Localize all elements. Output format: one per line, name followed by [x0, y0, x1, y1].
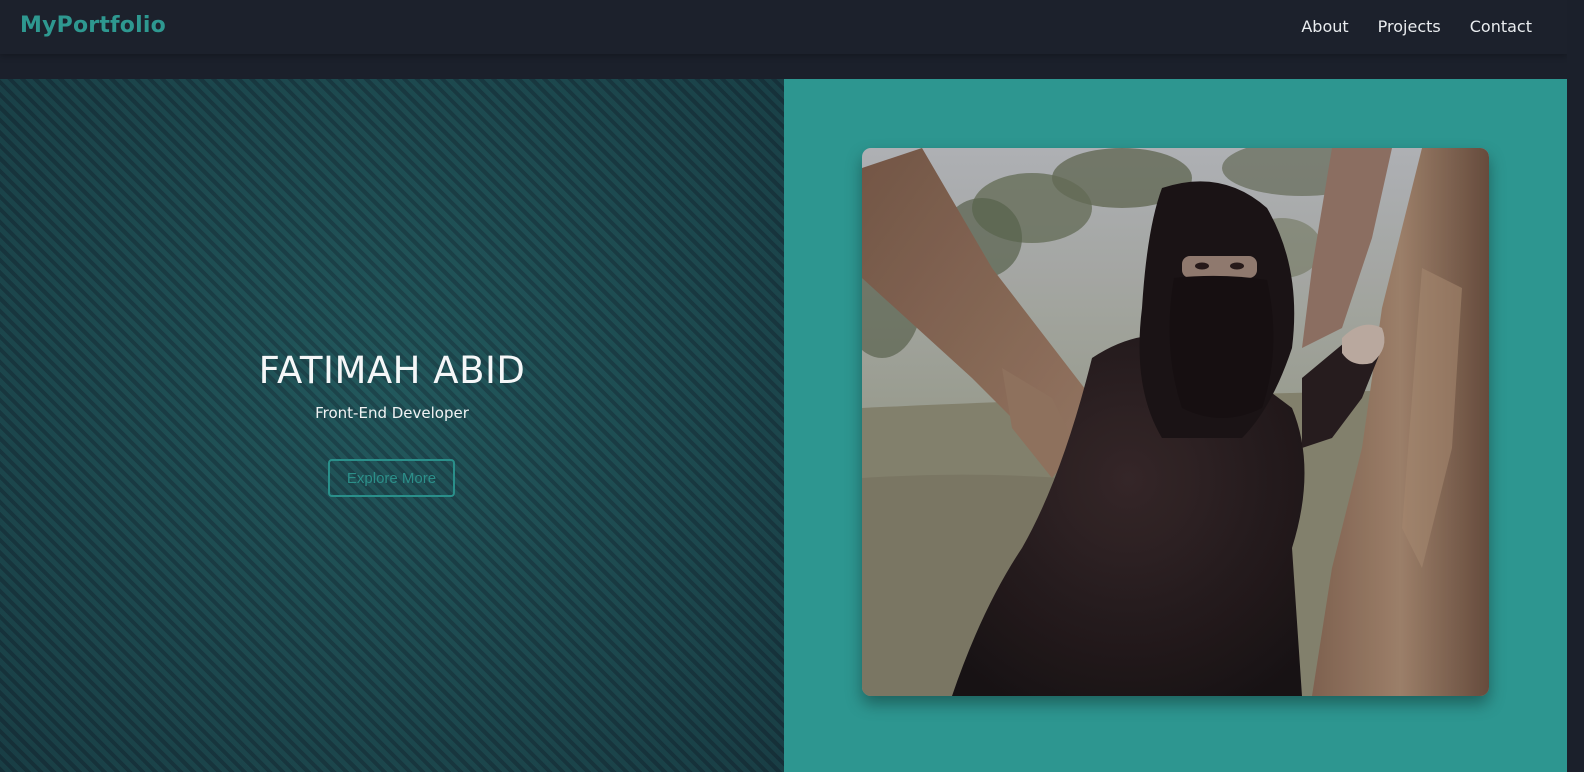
- hero-text-block: FATIMAH ABID Front-End Developer Explore…: [0, 79, 784, 772]
- profile-photo: [862, 148, 1489, 696]
- nav-link-projects[interactable]: Projects: [1378, 17, 1441, 36]
- nav-link-about[interactable]: About: [1301, 17, 1348, 36]
- hero-section: FATIMAH ABID Front-End Developer Explore…: [0, 79, 1567, 772]
- navbar-bar: MyPortfolio About Projects Contact: [0, 0, 1567, 54]
- hero-intro-panel: FATIMAH ABID Front-End Developer Explore…: [0, 79, 784, 772]
- brand-logo[interactable]: MyPortfolio: [20, 13, 166, 38]
- page-scrollbar[interactable]: [1567, 0, 1584, 772]
- navbar: MyPortfolio About Projects Contact: [0, 0, 1567, 79]
- hero-photo-panel: [784, 79, 1567, 772]
- hero-name: FATIMAH ABID: [258, 349, 526, 392]
- hero-role: Front-End Developer: [315, 404, 469, 422]
- explore-more-button[interactable]: Explore More: [328, 459, 455, 497]
- nav-link-contact[interactable]: Contact: [1470, 17, 1532, 36]
- nav-links: About Projects Contact: [1301, 17, 1532, 36]
